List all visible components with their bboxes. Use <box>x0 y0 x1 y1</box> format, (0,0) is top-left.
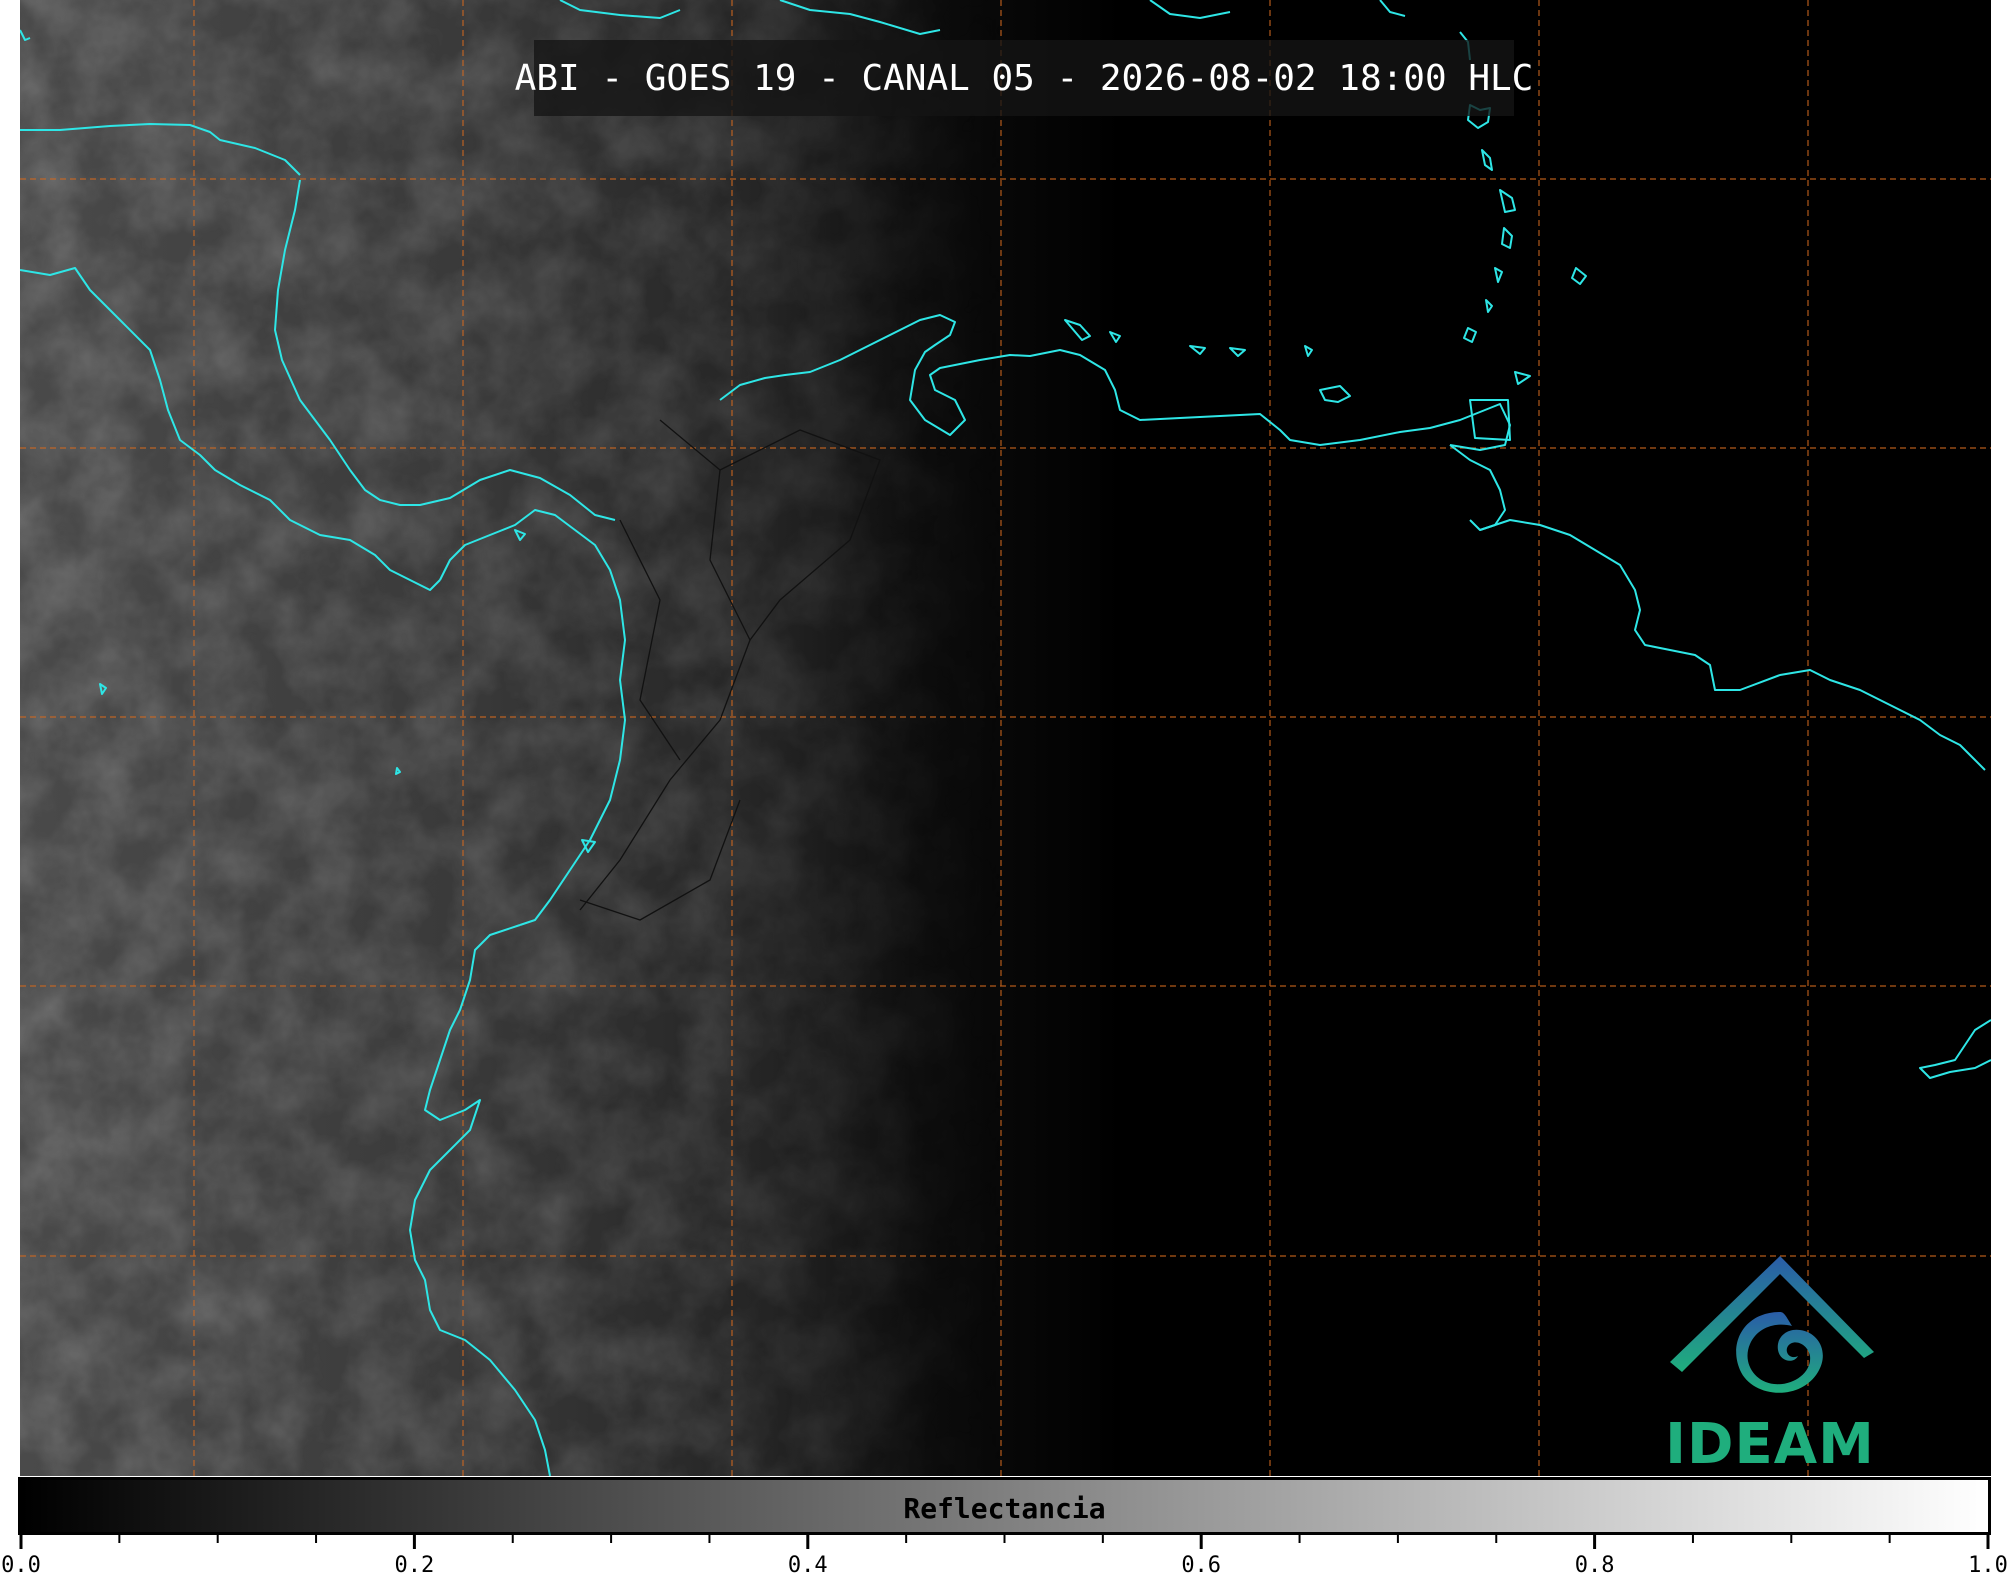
ideam-logo: IDEAM <box>1660 1252 1920 1476</box>
colorbar-label: Reflectancia <box>903 1492 1106 1525</box>
colorbar-tick-label: 1.0 <box>1968 1553 2008 1578</box>
colorbar-ticks: 0.0 0.2 0.4 0.6 0.8 1.0 <box>0 1535 2011 1578</box>
colorbar-tick-label: 0.8 <box>1574 1553 1615 1578</box>
satellite-map: ABI - GOES 19 - CANAL 05 - 2026-08-02 18… <box>20 0 1991 1476</box>
ideam-logo-mark <box>1670 1256 1874 1393</box>
map-title: ABI - GOES 19 - CANAL 05 - 2026-08-02 18… <box>514 57 1534 99</box>
colorbar: Reflectancia <box>18 1477 1991 1535</box>
title-box: ABI - GOES 19 - CANAL 05 - 2026-08-02 18… <box>515 40 1533 116</box>
colorbar-tick-label: 0.0 <box>1 1553 41 1578</box>
logo-wordmark: IDEAM <box>1665 1412 1875 1476</box>
colorbar-tick-marks <box>19 1535 1990 1549</box>
colorbar-tick-label: 0.2 <box>394 1553 435 1578</box>
colorbar-tick-label: 0.6 <box>1181 1553 1222 1578</box>
colorbar-tick-label: 0.4 <box>787 1553 828 1578</box>
